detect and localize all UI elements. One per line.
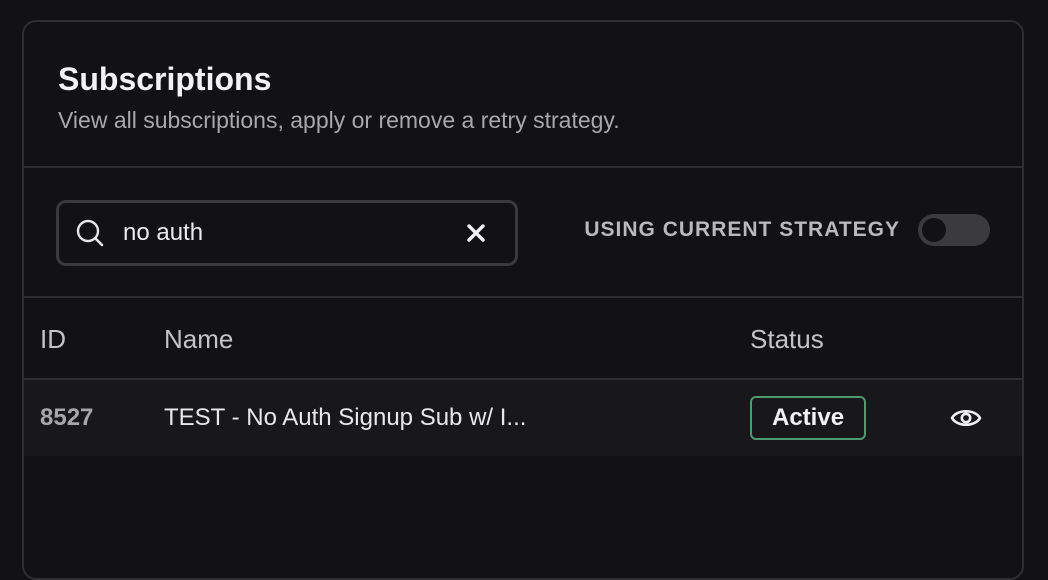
strategy-toggle-label: USING CURRENT STRATEGY — [584, 218, 900, 241]
row-id: 8527 — [40, 404, 94, 431]
eye-icon[interactable] — [950, 404, 982, 432]
status-badge: Active — [750, 396, 867, 440]
strategy-filter: USING CURRENT STRATEGY — [584, 214, 990, 246]
close-icon[interactable] — [461, 218, 491, 248]
page-subtitle: View all subscriptions, apply or remove … — [58, 107, 620, 133]
filter-toolbar: USING CURRENT STRATEGY — [24, 168, 1022, 298]
table-row[interactable]: 8527 TEST - No Auth Signup Sub w/ I... A… — [24, 380, 1022, 456]
search-input[interactable] — [123, 219, 461, 247]
search-field[interactable] — [56, 200, 518, 266]
row-name: TEST - No Auth Signup Sub w/ I... — [164, 404, 527, 431]
page-title: Subscriptions — [58, 61, 272, 97]
strategy-toggle[interactable] — [918, 214, 990, 246]
toggle-knob — [922, 218, 946, 242]
column-header-name[interactable]: Name — [164, 324, 233, 355]
column-header-status[interactable]: Status — [750, 324, 824, 355]
subscriptions-card: Subscriptions View all subscriptions, ap… — [22, 20, 1024, 580]
card-header: Subscriptions View all subscriptions, ap… — [24, 22, 1022, 168]
search-icon — [75, 218, 105, 248]
column-header-id[interactable]: ID — [40, 324, 66, 355]
table-header: ID Name Status — [24, 298, 1022, 380]
